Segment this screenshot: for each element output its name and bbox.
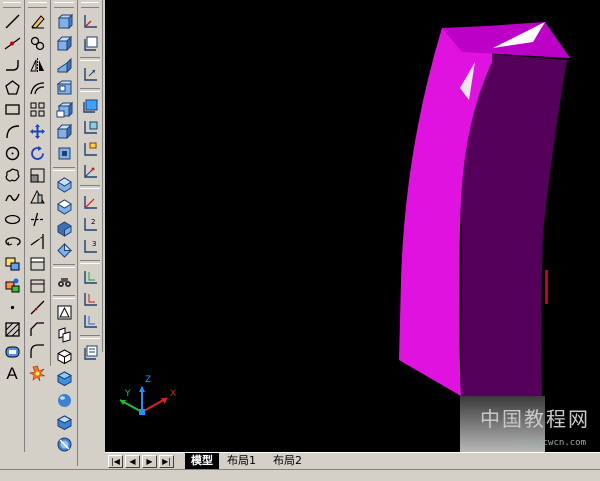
polygon-icon[interactable]	[1, 77, 23, 98]
model-viewport[interactable]: X Y Z 中国教程网 www.jcwcn.com	[105, 0, 600, 452]
next-tab-button[interactable]: ▶	[142, 455, 157, 468]
cone-icon[interactable]	[53, 77, 75, 98]
ucs-previous-icon[interactable]	[79, 64, 101, 85]
modeling-toolbar	[51, 0, 78, 466]
line-icon[interactable]	[1, 11, 23, 32]
union-icon[interactable]	[53, 434, 75, 455]
named-ucs-icon[interactable]	[79, 342, 101, 363]
box-icon[interactable]	[53, 33, 75, 54]
trim-icon[interactable]	[27, 209, 49, 230]
ellipse-icon[interactable]	[1, 209, 23, 230]
hatch-icon[interactable]	[1, 319, 23, 340]
ucs-apply-icon[interactable]	[79, 311, 101, 332]
edge-sliver	[545, 270, 548, 304]
ucs-3point-icon[interactable]: 2	[79, 214, 101, 235]
extruded-solid[interactable]: X Y Z	[105, 0, 600, 452]
polyline-icon[interactable]	[1, 55, 23, 76]
break-icon[interactable]	[27, 275, 49, 296]
svg-text:2: 2	[91, 218, 95, 226]
draw-toolbar: A	[0, 0, 25, 452]
status-bar	[0, 469, 600, 481]
ucs-z-icon[interactable]	[79, 289, 101, 310]
last-tab-button[interactable]: ▶|	[159, 455, 174, 468]
spline-icon[interactable]	[1, 187, 23, 208]
watermark-title: 中国教程网	[480, 407, 590, 431]
extrude-icon[interactable]	[53, 240, 75, 261]
cylinder-icon[interactable]	[53, 121, 75, 142]
array-icon[interactable]	[27, 99, 49, 120]
copy-icon[interactable]	[27, 33, 49, 54]
tab-layout1[interactable]: 布局1	[221, 453, 262, 469]
sphere-icon[interactable]	[53, 99, 75, 120]
slice-icon[interactable]	[53, 368, 75, 389]
sweep-icon[interactable]	[53, 302, 75, 323]
section-plane-icon[interactable]	[53, 390, 75, 411]
first-tab-button[interactable]: |◀	[108, 455, 123, 468]
toolbar-grip[interactable]	[3, 2, 21, 8]
arc-icon[interactable]	[1, 121, 23, 142]
torus-icon[interactable]	[53, 143, 75, 164]
ucs-view-icon[interactable]	[79, 139, 101, 160]
tab-layout2[interactable]: 布局2	[267, 453, 308, 469]
make-block-icon[interactable]	[1, 275, 23, 296]
toolbar-grip[interactable]	[54, 2, 74, 8]
ucs-origin-icon[interactable]	[79, 161, 101, 182]
ucs-zaxis-icon[interactable]	[79, 192, 101, 213]
point-icon[interactable]	[1, 297, 23, 318]
region-icon[interactable]	[1, 341, 23, 362]
modify-toolbar	[25, 0, 51, 382]
pyramid-icon[interactable]	[53, 174, 75, 195]
move-icon[interactable]	[27, 121, 49, 142]
revision-cloud-icon[interactable]	[1, 165, 23, 186]
construction-line-icon[interactable]	[1, 33, 23, 54]
loft-icon[interactable]	[53, 324, 75, 345]
ucs-x-label: X	[170, 389, 176, 399]
tab-model[interactable]: 模型	[185, 453, 219, 469]
circle-icon[interactable]	[1, 143, 23, 164]
mirror-icon[interactable]	[27, 55, 49, 76]
join-icon[interactable]	[27, 297, 49, 318]
solid-side-face	[461, 52, 567, 396]
ucs-y-label: Y	[124, 389, 131, 399]
prev-tab-button[interactable]: ◀	[125, 455, 140, 468]
toolbar-grip[interactable]	[81, 2, 99, 8]
ucs-x-icon[interactable]: 3	[79, 236, 101, 257]
extend-icon[interactable]	[27, 231, 49, 252]
offset-icon[interactable]	[27, 77, 49, 98]
explode-icon[interactable]	[27, 363, 49, 384]
scale-icon[interactable]	[27, 165, 49, 186]
layout-tab-bar: |◀ ◀ ▶ ▶| 模型 布局1 布局2	[105, 452, 600, 470]
helix-icon[interactable]	[53, 196, 75, 217]
ucs-icon[interactable]	[79, 11, 101, 32]
rectangle-icon[interactable]	[1, 99, 23, 120]
watermark-url: www.jcwcn.com	[515, 438, 586, 448]
ellipse-arc-icon[interactable]	[1, 231, 23, 252]
planar-surface-icon[interactable]	[53, 218, 75, 239]
erase-icon[interactable]	[27, 11, 49, 32]
svg-text:3: 3	[92, 240, 96, 248]
ucs-face-icon[interactable]	[79, 95, 101, 116]
ucs-y-icon[interactable]	[79, 267, 101, 288]
stretch-icon[interactable]	[27, 187, 49, 208]
rotate-icon[interactable]	[27, 143, 49, 164]
insert-block-icon[interactable]	[1, 253, 23, 274]
wedge-icon[interactable]	[53, 55, 75, 76]
ucs-z-label: Z	[145, 375, 151, 385]
ucs-toolbar: 2 3	[78, 0, 103, 360]
chamfer-icon[interactable]	[27, 319, 49, 340]
presspull-icon[interactable]	[53, 346, 75, 367]
fillet-icon[interactable]	[27, 341, 49, 362]
polysolid-icon[interactable]	[53, 11, 75, 32]
revolve-icon[interactable]	[53, 271, 75, 292]
multiline-text-icon[interactable]: A	[1, 363, 23, 384]
ucs-world-icon[interactable]	[79, 33, 101, 54]
toolbar-grip[interactable]	[28, 2, 47, 8]
break-at-point-icon[interactable]	[27, 253, 49, 274]
flatshot-icon[interactable]	[53, 412, 75, 433]
ucs-object-icon[interactable]	[79, 117, 101, 138]
